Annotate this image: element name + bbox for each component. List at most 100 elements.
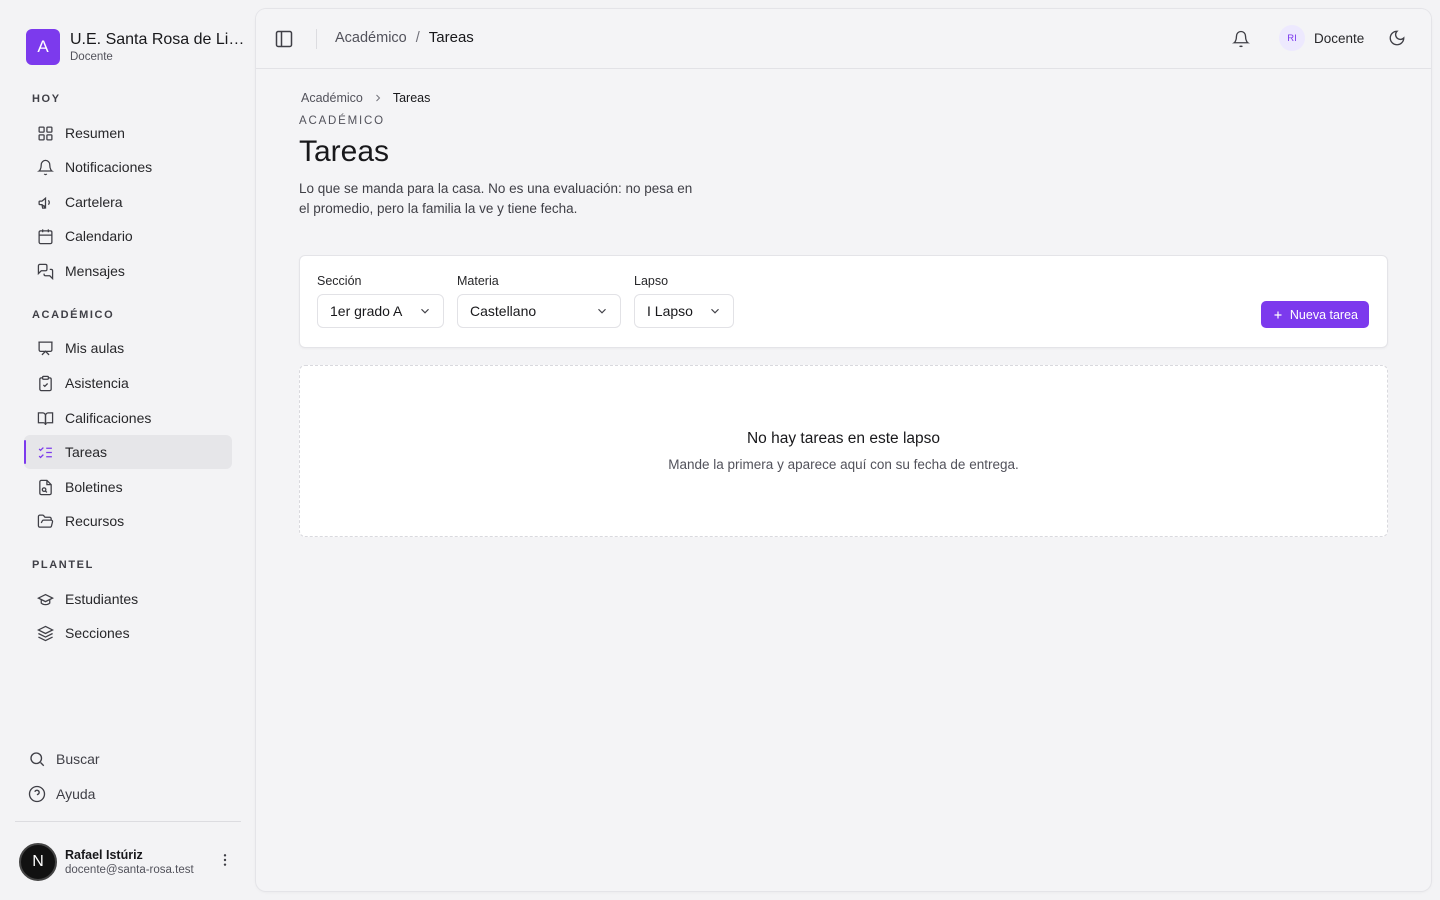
sidebar-item-recursos[interactable]: Recursos	[24, 504, 232, 538]
sidebar-toggle-icon[interactable]	[274, 29, 294, 49]
more-vertical-icon[interactable]	[217, 850, 233, 870]
sidebar-item-tareas[interactable]: Tareas	[24, 435, 232, 469]
sidebar-item-cartelera[interactable]: Cartelera	[24, 185, 232, 219]
avatar: N	[19, 843, 57, 881]
sidebar-item-notificaciones[interactable]: Notificaciones	[24, 150, 232, 184]
user-name: Rafael Istúriz	[65, 847, 143, 862]
sidebar-item-label: Mis aulas	[65, 340, 125, 356]
sidebar-item-asistencia[interactable]: Asistencia	[24, 366, 232, 400]
chevron-down-icon	[711, 308, 719, 314]
sidebar-item-label: Tareas	[65, 444, 108, 460]
nav-group-academico: ACADÉMICO	[32, 309, 115, 321]
lapso-value: I Lapso	[647, 303, 693, 319]
clipboard-check-icon	[39, 375, 52, 391]
sidebar-item-boletines[interactable]: Boletines	[24, 470, 232, 504]
role-avatar: RI	[1279, 25, 1305, 51]
sidebar-item-resumen[interactable]: Resumen	[24, 116, 232, 150]
sidebar-item-secciones[interactable]: Secciones	[24, 616, 232, 650]
list-checks-icon	[38, 446, 52, 458]
lapso-label: Lapso	[634, 274, 669, 288]
nav-group-hoy: HOY	[32, 93, 61, 105]
page-description: Lo que se manda para la casa. No es una …	[299, 181, 693, 216]
empty-state-subtitle: Mande la primera y aparece aquí con su f…	[668, 457, 1019, 472]
nav-group-plantel: PLANTEL	[32, 559, 94, 571]
breadcrumb-current: Tareas	[428, 29, 474, 46]
sidebar-item-label: Mensajes	[65, 263, 125, 279]
layers-icon	[37, 625, 54, 641]
help-link[interactable]: Ayuda	[19, 778, 231, 810]
page-eyebrow: ACADÉMICO	[299, 115, 385, 127]
main-panel: Académico / Tareas RI Docente Académico …	[256, 9, 1431, 891]
file-report-icon	[39, 479, 52, 495]
sidebar-divider	[15, 821, 241, 822]
help-circle-icon	[28, 785, 46, 803]
breadcrumb: Académico / Tareas	[335, 29, 474, 46]
empty-state: No hay tareas en este lapso Mande la pri…	[299, 365, 1388, 537]
sidebar-item-label: Resumen	[65, 125, 125, 141]
seccion-value: 1er grado A	[330, 303, 403, 319]
topbar: Académico / Tareas RI Docente	[256, 9, 1431, 69]
calendar-icon	[38, 228, 53, 244]
seccion-label: Sección	[317, 274, 362, 288]
sidebar: A U.E. Santa Rosa de Li… Docente HOY Res…	[0, 0, 256, 900]
sidebar-item-calendario[interactable]: Calendario	[24, 219, 232, 253]
role-switcher[interactable]: RI Docente	[1279, 25, 1364, 51]
new-task-label: Nueva tarea	[1289, 307, 1358, 322]
sidebar-item-label: Calendario	[65, 228, 133, 244]
sidebar-item-label: Secciones	[65, 625, 130, 641]
page-title: Tareas	[299, 135, 390, 168]
page-breadcrumb-current: Tareas	[392, 91, 431, 105]
new-task-button[interactable]: Nueva tarea	[1260, 301, 1369, 328]
bell-icon	[37, 159, 54, 175]
chevron-right-icon	[375, 94, 381, 102]
moon-icon[interactable]	[1388, 29, 1406, 47]
seccion-field: Sección 1er grado A	[317, 274, 444, 328]
brand[interactable]: A U.E. Santa Rosa de Li… Docente	[26, 29, 244, 65]
megaphone-icon	[38, 196, 50, 209]
brand-logo: A	[26, 29, 60, 65]
user-email: docente@santa-rosa.test	[65, 863, 194, 876]
plus-icon	[1274, 311, 1282, 318]
sidebar-item-mensajes[interactable]: Mensajes	[24, 254, 232, 288]
messages-icon	[37, 263, 54, 280]
materia-label: Materia	[457, 274, 499, 288]
topbar-divider	[316, 29, 317, 49]
sidebar-item-label: Notificaciones	[65, 159, 153, 175]
sidebar-item-label: Recursos	[65, 513, 125, 529]
help-link-label: Ayuda	[56, 786, 96, 802]
notifications-bell-icon[interactable]	[1232, 29, 1250, 49]
brand-role: Docente	[70, 51, 113, 63]
search-link-label: Buscar	[56, 751, 100, 767]
empty-state-title: No hay tareas en este lapso	[746, 430, 940, 447]
seccion-select[interactable]: 1er grado A	[317, 294, 444, 328]
materia-value: Castellano	[470, 303, 537, 319]
page-breadcrumb: Académico Tareas	[301, 91, 430, 105]
user-profile[interactable]: N Rafael Istúriz docente@santa-rosa.test	[19, 842, 241, 882]
brand-name: U.E. Santa Rosa de Li…	[70, 31, 245, 48]
filter-card: Sección 1er grado A Materia Castellano L…	[299, 255, 1388, 348]
materia-field: Materia Castellano	[457, 274, 621, 328]
page-breadcrumb-parent[interactable]: Académico	[301, 91, 363, 105]
book-open-icon	[37, 411, 54, 425]
breadcrumb-separator: /	[415, 29, 420, 46]
presentation-icon	[38, 340, 53, 355]
sidebar-item-mis-aulas[interactable]: Mis aulas	[24, 331, 232, 365]
lapso-field: Lapso I Lapso	[634, 274, 734, 328]
sidebar-item-label: Estudiantes	[65, 591, 139, 607]
search-link[interactable]: Buscar	[19, 743, 231, 775]
graduation-cap-icon	[37, 593, 54, 605]
grid-icon	[38, 125, 53, 141]
sidebar-item-label: Asistencia	[65, 375, 129, 391]
lapso-select[interactable]: I Lapso	[634, 294, 734, 328]
sidebar-item-calificaciones[interactable]: Calificaciones	[24, 401, 232, 435]
sidebar-item-estudiantes[interactable]: Estudiantes	[24, 582, 232, 616]
sidebar-item-label: Calificaciones	[65, 410, 152, 426]
materia-select[interactable]: Castellano	[457, 294, 621, 328]
folder-open-icon	[37, 513, 54, 528]
chevron-down-icon	[598, 308, 606, 314]
sidebar-item-label: Cartelera	[65, 194, 123, 210]
breadcrumb-parent[interactable]: Académico	[335, 30, 407, 46]
chevron-down-icon	[421, 308, 429, 314]
role-label: Docente	[1314, 30, 1365, 46]
sidebar-item-label: Boletines	[65, 479, 123, 495]
